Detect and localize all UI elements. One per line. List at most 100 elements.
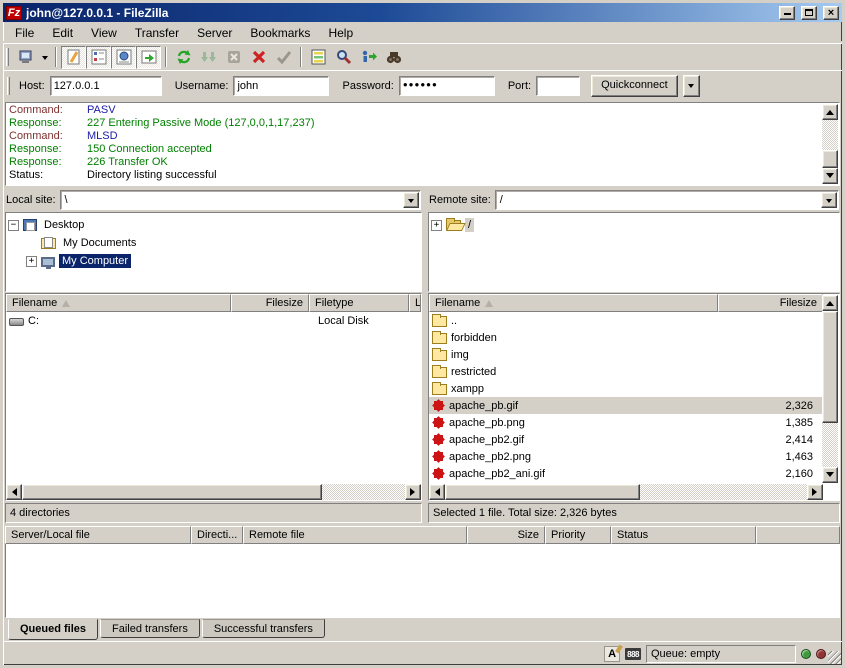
local-site-dropdown[interactable] xyxy=(403,192,419,208)
column-header-status[interactable]: Status xyxy=(611,526,756,544)
filename-filters-button[interactable] xyxy=(331,46,356,69)
column-header-size[interactable]: Size xyxy=(467,526,545,544)
toolbar-grip[interactable] xyxy=(6,48,9,66)
column-header-filetype[interactable]: Filetype xyxy=(309,294,409,312)
scroll-track[interactable] xyxy=(822,120,838,168)
file-row-selected[interactable]: apache_pb.gif2,326 xyxy=(429,397,823,414)
tree-item-my-computer[interactable]: + My Computer xyxy=(8,252,419,270)
tree-item-desktop[interactable]: − Desktop xyxy=(8,216,419,234)
refresh-button[interactable] xyxy=(171,46,196,69)
scroll-up-button[interactable] xyxy=(822,295,838,311)
local-site-combobox[interactable]: \ xyxy=(60,190,421,210)
host-input[interactable]: 127.0.0.1 xyxy=(50,76,162,96)
log-message: 227 Entering Passive Mode (127,0,0,1,17,… xyxy=(87,117,314,129)
site-manager-dropdown[interactable] xyxy=(38,46,51,69)
port-input[interactable] xyxy=(536,76,580,96)
remote-horizontal-scrollbar[interactable] xyxy=(429,484,823,500)
menu-transfer[interactable]: Transfer xyxy=(126,23,188,43)
file-row[interactable]: restricted xyxy=(429,363,823,380)
file-row[interactable]: forbidden xyxy=(429,329,823,346)
username-input[interactable]: john xyxy=(233,76,329,96)
file-row[interactable]: apache_pb.png1,385 xyxy=(429,414,823,431)
column-header-priority[interactable]: Priority xyxy=(545,526,611,544)
column-header-direction[interactable]: Directi... xyxy=(191,526,243,544)
file-row[interactable]: xampp xyxy=(429,380,823,397)
file-row[interactable]: apache_pb2.gif2,414 xyxy=(429,431,823,448)
close-button[interactable]: × xyxy=(823,6,839,20)
tree-item-root[interactable]: + / xyxy=(431,216,837,234)
remote-site-dropdown[interactable] xyxy=(821,192,837,208)
toggle-transfer-queue-button[interactable] xyxy=(136,46,161,69)
menu-edit[interactable]: Edit xyxy=(43,23,82,43)
scroll-right-button[interactable] xyxy=(405,484,421,500)
column-header-server-local-file[interactable]: Server/Local file xyxy=(5,526,191,544)
scroll-down-button[interactable] xyxy=(822,168,838,184)
directory-comparison-button[interactable] xyxy=(306,46,331,69)
toggle-message-log-button[interactable] xyxy=(61,46,86,69)
password-input[interactable]: ●●●●●● xyxy=(399,76,495,96)
menu-server[interactable]: Server xyxy=(188,23,241,43)
column-header-remote-file[interactable]: Remote file xyxy=(243,526,467,544)
abort-button[interactable] xyxy=(271,46,296,69)
scroll-right-button[interactable] xyxy=(807,484,823,500)
tab-queued-files[interactable]: Queued files xyxy=(8,619,98,640)
file-row[interactable]: apache_pb2.png1,463 xyxy=(429,448,823,465)
remote-site-combobox[interactable]: / xyxy=(495,190,839,210)
column-header-filesize[interactable]: Filesize xyxy=(231,294,309,312)
transfer-type-icon[interactable]: A xyxy=(604,646,620,662)
toggle-local-tree-button[interactable] xyxy=(86,46,111,69)
column-label: Remote file xyxy=(249,529,305,541)
delete-button[interactable] xyxy=(246,46,271,69)
tab-failed-transfers[interactable]: Failed transfers xyxy=(100,619,200,638)
quickbar-grip[interactable] xyxy=(7,77,10,95)
speed-limit-icon[interactable]: 888 xyxy=(625,648,641,660)
column-header-filesize[interactable]: Filesize xyxy=(718,294,823,312)
site-manager-button[interactable] xyxy=(13,46,38,69)
quickconnect-dropdown[interactable] xyxy=(683,75,700,97)
process-queue-button[interactable] xyxy=(196,46,221,69)
menu-help[interactable]: Help xyxy=(319,23,362,43)
scroll-thumb[interactable] xyxy=(445,484,640,500)
quickconnect-button[interactable]: Quickconnect xyxy=(591,75,678,97)
resize-grip[interactable] xyxy=(828,651,841,664)
local-horizontal-scrollbar[interactable] xyxy=(6,484,421,500)
menu-file[interactable]: File xyxy=(6,23,43,43)
collapse-icon[interactable]: − xyxy=(8,220,19,231)
minimize-button[interactable] xyxy=(779,6,795,20)
toggle-remote-tree-button[interactable] xyxy=(111,46,136,69)
scroll-thumb[interactable] xyxy=(22,484,322,500)
queue-body[interactable] xyxy=(5,544,840,618)
local-list-header: Filename Filesize Filetype L xyxy=(6,294,421,312)
delete-icon xyxy=(250,48,268,66)
tree-item-my-documents[interactable]: My Documents xyxy=(8,234,419,252)
file-name: forbidden xyxy=(451,332,724,344)
image-file-icon xyxy=(432,467,445,480)
scroll-left-button[interactable] xyxy=(6,484,22,500)
file-row[interactable]: C: Local Disk xyxy=(6,312,421,329)
scroll-thumb[interactable] xyxy=(822,311,838,423)
menu-view[interactable]: View xyxy=(82,23,126,43)
file-row[interactable]: apache_pb2_ani.gif2,160 xyxy=(429,465,823,482)
log-vertical-scrollbar[interactable] xyxy=(822,104,838,184)
column-header-filename[interactable]: Filename xyxy=(429,294,718,312)
search-button[interactable] xyxy=(381,46,406,69)
scroll-left-button[interactable] xyxy=(429,484,445,500)
scroll-thumb[interactable] xyxy=(822,150,838,168)
column-header-filename[interactable]: Filename xyxy=(6,294,231,312)
cancel-button[interactable] xyxy=(221,46,246,69)
file-name: apache_pb2_ani.gif xyxy=(449,468,724,480)
expand-icon[interactable]: + xyxy=(431,220,442,231)
menu-bookmarks[interactable]: Bookmarks xyxy=(241,23,319,43)
expand-icon[interactable]: + xyxy=(26,256,37,267)
file-row[interactable]: img xyxy=(429,346,823,363)
file-row[interactable]: .. xyxy=(429,312,823,329)
scroll-up-button[interactable] xyxy=(822,104,838,120)
maximize-button[interactable] xyxy=(801,6,817,20)
open-folder-icon xyxy=(446,220,461,231)
scroll-down-button[interactable] xyxy=(822,467,838,483)
synchronized-browsing-button[interactable] xyxy=(356,46,381,69)
tab-successful-transfers[interactable]: Successful transfers xyxy=(202,619,325,638)
scroll-track[interactable] xyxy=(822,311,838,467)
column-header-lastmodified[interactable]: L xyxy=(409,294,421,312)
remote-vertical-scrollbar[interactable] xyxy=(822,295,838,483)
